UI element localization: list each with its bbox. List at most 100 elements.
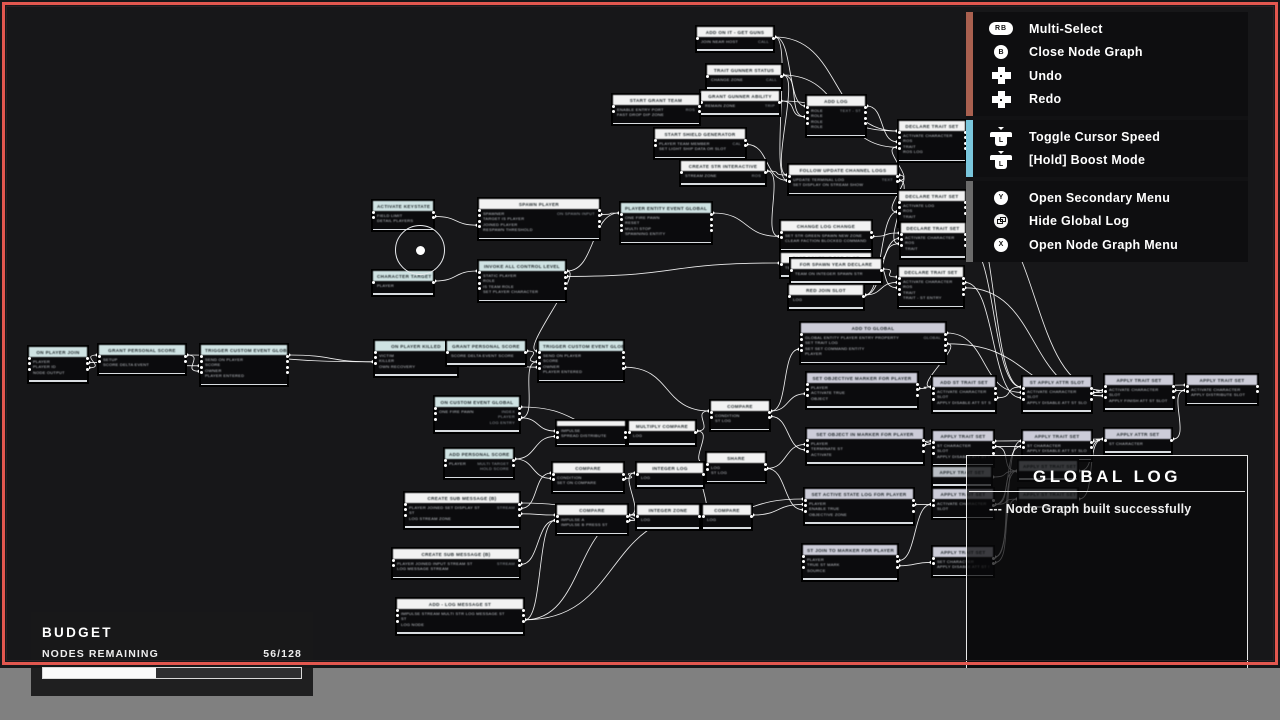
node-output-port[interactable] — [597, 219, 601, 223]
graph-node[interactable]: ST JOIN TO MARKER FOR PLAYER PLAYER TRUE S… — [801, 544, 899, 581]
graph-node[interactable]: APPLY TRAIT SET ACTIVATE CHARACTER APPLY D… — [1185, 374, 1259, 406]
node-input-port[interactable] — [27, 357, 31, 360]
node-port-row[interactable]: DETAIL PLAYERS — [377, 218, 429, 223]
node-input-port[interactable] — [805, 116, 809, 120]
node-input-port[interactable] — [1103, 395, 1107, 399]
node-output-port[interactable] — [911, 499, 915, 502]
node-output-port[interactable] — [993, 397, 997, 401]
node-input-port[interactable] — [371, 281, 375, 284]
node-output-port[interactable] — [763, 171, 767, 174]
node-port-row[interactable]: SCORE DELTA EVENT SCORE — [451, 353, 521, 358]
node-input-port[interactable] — [477, 219, 481, 223]
node-input-port[interactable] — [1021, 397, 1025, 401]
graph-node[interactable]: GRANT PERSONAL SCORE SETUP SCORE DELTA EVE… — [97, 344, 187, 376]
node-output-port[interactable] — [749, 515, 753, 518]
node-output-port[interactable] — [431, 211, 435, 214]
node-input-port[interactable] — [443, 459, 447, 462]
graph-node[interactable]: ADD ST TRAIT SET ACTIVATE CHARACTER SLOT AP… — [931, 376, 997, 413]
node-output-port[interactable] — [1089, 397, 1093, 401]
node-port-row[interactable]: CHANGE ZONE CALL — [711, 77, 777, 82]
node-output-port[interactable] — [285, 355, 289, 358]
node-port-row[interactable]: SET LIGHT SHIP DATA OR SLOT — [659, 146, 741, 151]
node-port-row[interactable]: ROLE — [811, 124, 861, 129]
node-port-row[interactable]: PLAYER — [805, 351, 941, 356]
legend-row-toggle-cursor-speed[interactable]: L Toggle Cursor Speed — [973, 125, 1248, 149]
node-input-port[interactable] — [803, 499, 807, 502]
node-input-port[interactable] — [619, 213, 623, 216]
node-input-port[interactable] — [537, 361, 541, 365]
graph-node[interactable]: ON PLAYER JOIN PLAYER PLAYER ID NODE OUTPUT — [27, 346, 89, 383]
node-input-port[interactable] — [705, 463, 709, 466]
node-input-port[interactable] — [805, 383, 809, 386]
node-output-port[interactable] — [1171, 395, 1175, 399]
node-output-port[interactable] — [697, 515, 701, 518]
graph-node[interactable]: SET ACTIVE STATE LOG FOR PLAYER PLAYER ENA… — [803, 488, 915, 525]
node-port-row[interactable]: PLAYER — [377, 283, 429, 288]
node-output-port[interactable] — [961, 293, 965, 297]
graph-node[interactable]: INTEGER ZONE LOG — [635, 504, 701, 530]
node-input-port[interactable] — [403, 503, 407, 506]
node-output-port[interactable] — [621, 473, 625, 476]
graph-node[interactable]: FOR SPAWN YEAR DECLARE TEAM ON INTEGER SP… — [789, 258, 883, 284]
graph-node[interactable]: COMPARE IMPULSE A IMPULSE B PRESS ST — [555, 504, 629, 536]
node-input-port[interactable] — [779, 263, 783, 266]
node-port-row[interactable]: LOG ENTRY — [439, 420, 515, 425]
node-port-row[interactable]: LOG STREAM ZONE — [409, 516, 515, 521]
node-port-row[interactable]: ACTIVATE — [811, 452, 919, 457]
node-output-port[interactable] — [1169, 439, 1173, 442]
node-output-port[interactable] — [863, 106, 867, 109]
graph-node[interactable]: ST APPLY ATTR SLOT ACTIVATE CHARACTER SLOT… — [1021, 376, 1093, 413]
node-output-port[interactable] — [895, 565, 899, 569]
node-output-port[interactable] — [693, 431, 697, 434]
node-input-port[interactable] — [787, 175, 791, 178]
node-input-port[interactable] — [395, 619, 399, 623]
node-port-row[interactable]: HOLD SCORE — [449, 466, 509, 471]
node-port-row[interactable]: APPLY DISABLE ATT ST SLOT — [1027, 400, 1087, 405]
node-port-row[interactable]: SPAWNING ENTITY — [625, 231, 707, 236]
node-output-port[interactable] — [915, 383, 919, 386]
node-input-port[interactable] — [391, 559, 395, 562]
node-input-port[interactable] — [799, 333, 803, 336]
node-input-port[interactable] — [477, 281, 481, 285]
node-output-port[interactable] — [563, 271, 567, 274]
node-output-port[interactable] — [521, 609, 525, 612]
graph-node[interactable]: PLAYER ENTITY EVENT GLOBAL ONE FIRE PAWN R… — [619, 202, 713, 245]
graph-node[interactable]: TRIGGER CUSTOM EVENT GLOBAL SEND ON PLAYE… — [199, 344, 289, 387]
node-port-row[interactable]: SET ON COMPARE — [557, 480, 619, 485]
graph-node[interactable]: START SHIELD GENERATOR PLAYER TEAM MEMBER… — [653, 128, 747, 160]
node-port-row[interactable]: OBJECTIVE ZONE — [809, 512, 909, 517]
node-input-port[interactable] — [787, 295, 791, 298]
node-output-port[interactable] — [285, 365, 289, 369]
graph-node[interactable]: COMPARE CONDITION ST LOG — [709, 400, 771, 432]
node-input-port[interactable] — [477, 287, 481, 291]
node-port-row[interactable]: ROS LOG — [903, 149, 961, 154]
node-output-port[interactable] — [517, 407, 521, 410]
node-port-row[interactable]: OWN RECOVERY — [379, 364, 453, 369]
graph-node[interactable]: GRANT PERSONAL SCORE SCORE DELTA EVENT SC… — [445, 340, 527, 366]
node-port-row[interactable]: SET DISPLAY ON STREAM SHOW — [793, 182, 893, 187]
node-port-row[interactable]: APPLY DISTRIBUTE SLOT — [1191, 392, 1253, 397]
node-input-port[interactable] — [1021, 387, 1025, 390]
node-output-port[interactable] — [85, 357, 89, 360]
node-input-port[interactable] — [805, 106, 809, 109]
node-port-row[interactable]: PLAYER ENTERED — [543, 369, 619, 374]
legend-row-redo[interactable]: Redo — [973, 88, 1248, 112]
node-output-port[interactable] — [767, 411, 771, 414]
node-output-port[interactable] — [85, 367, 89, 371]
node-output-port[interactable] — [1089, 441, 1093, 444]
node-input-port[interactable] — [789, 269, 793, 272]
node-output-port[interactable] — [621, 361, 625, 365]
node-input-port[interactable] — [433, 417, 437, 421]
graph-node[interactable]: CHANGE LOG CHANGE SET STR GREEN SPAWN NEW… — [779, 220, 873, 252]
node-output-port[interactable] — [943, 333, 947, 336]
node-input-port[interactable] — [931, 387, 935, 390]
node-port-row[interactable]: LOG — [641, 475, 699, 480]
node-input-port[interactable] — [199, 355, 203, 358]
node-output-port[interactable] — [709, 223, 713, 227]
node-output-port[interactable] — [563, 287, 567, 291]
node-input-port[interactable] — [627, 431, 631, 434]
graph-node[interactable]: CREATE SUB MESSAGE (B) PLAYER JOINED SET … — [403, 492, 521, 529]
node-port-row[interactable]: APPLY DISABLE ATT ST SLOT — [937, 400, 991, 405]
node-output-port[interactable] — [1089, 387, 1093, 390]
node-input-port[interactable] — [403, 513, 407, 517]
